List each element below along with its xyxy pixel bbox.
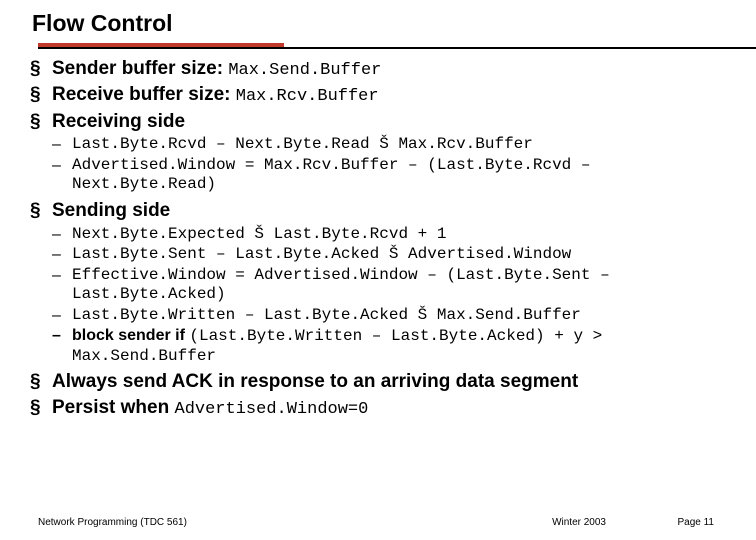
block-code-cont: Max.Send.Buffer: [72, 347, 216, 365]
title-area: Flow Control: [0, 0, 756, 49]
sub-item: Last.Byte.Rcvd – Next.Byte.Read Š Max.Rc…: [52, 135, 726, 155]
bullet-always-ack: Always send ACK in response to an arrivi…: [30, 370, 726, 394]
block-label: block sender if: [72, 327, 189, 344]
footer-mid: Winter 2003: [552, 517, 606, 528]
sub-item: Last.Byte.Sent – Last.Byte.Acked Š Adver…: [52, 245, 726, 265]
sub-list: Last.Byte.Rcvd – Next.Byte.Read Š Max.Rc…: [52, 135, 726, 195]
bullet-list: Sender buffer size: Max.Send.Buffer Rece…: [30, 57, 726, 420]
sub-item-block-sender: block sender if (Last.Byte.Written – Las…: [52, 326, 726, 366]
bullet-receiving-side: Receiving side Last.Byte.Rcvd – Next.Byt…: [30, 110, 726, 195]
block-code: (Last.Byte.Written – Last.Byte.Acked) + …: [189, 327, 602, 345]
footer-right: Page 11: [677, 517, 714, 528]
sub-item: Last.Byte.Written – Last.Byte.Acked Š Ma…: [52, 306, 726, 326]
slide: Flow Control Sender buffer size: Max.Sen…: [0, 0, 756, 540]
bullet-label: Sending side: [52, 200, 170, 221]
bullet-label: Always send ACK in response to an arrivi…: [52, 371, 578, 392]
sub-list: Next.Byte.Expected Š Last.Byte.Rcvd + 1 …: [52, 225, 726, 367]
bullet-persist: Persist when Advertised.Window=0: [30, 396, 726, 420]
sub-item: Next.Byte.Expected Š Last.Byte.Rcvd + 1: [52, 225, 726, 245]
bullet-sending-side: Sending side Next.Byte.Expected Š Last.B…: [30, 199, 726, 366]
slide-title: Flow Control: [32, 10, 756, 37]
bullet-code: Max.Rcv.Buffer: [236, 87, 379, 106]
bullet-code: Max.Send.Buffer: [228, 61, 381, 80]
bullet-label: Receive buffer size:: [52, 84, 236, 105]
bullet-code: Advertised.Window=0: [175, 400, 369, 419]
bullet-label: Sender buffer size:: [52, 58, 228, 79]
sub-item: Advertised.Window = Max.Rcv.Buffer – (La…: [52, 156, 726, 195]
bullet-sender-buffer: Sender buffer size: Max.Send.Buffer: [30, 57, 726, 81]
bullet-label: Persist when: [52, 397, 175, 418]
bullet-receive-buffer: Receive buffer size: Max.Rcv.Buffer: [30, 83, 726, 107]
sub-item: Effective.Window = Advertised.Window – (…: [52, 266, 726, 305]
bullet-label: Receiving side: [52, 111, 185, 132]
footer-left: Network Programming (TDC 561): [38, 517, 187, 528]
content-area: Sender buffer size: Max.Send.Buffer Rece…: [0, 49, 756, 420]
